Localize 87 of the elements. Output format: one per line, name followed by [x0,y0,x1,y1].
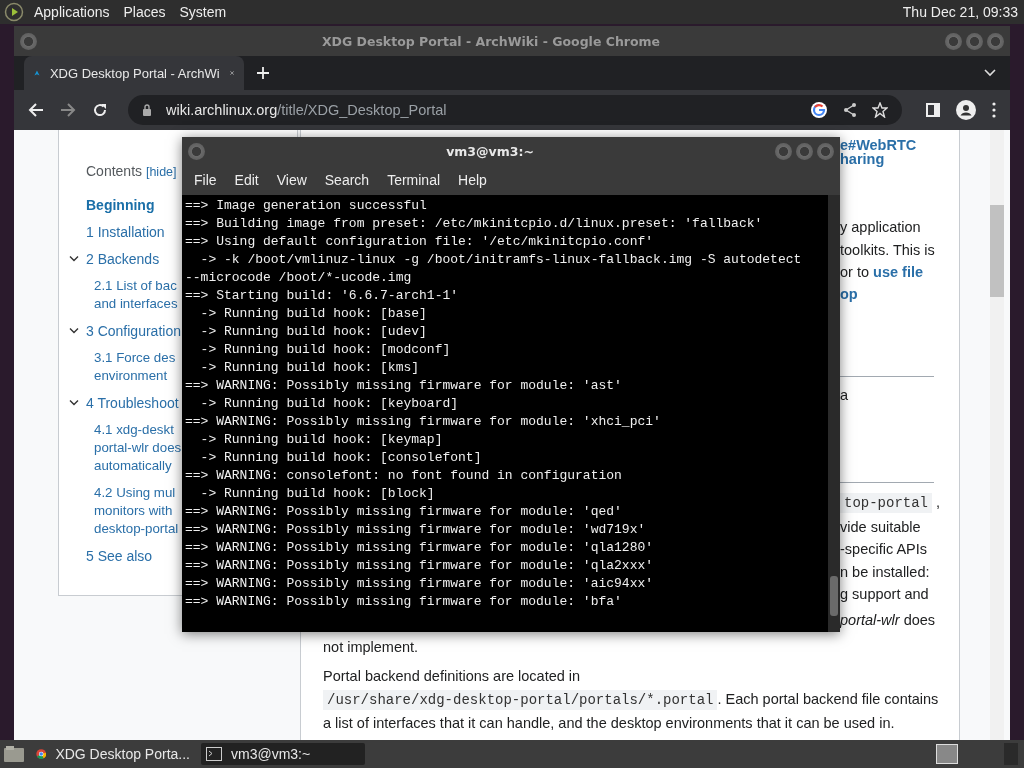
terminal-line: --microcode /boot/*-ucode.img [185,269,413,287]
play-logo-icon[interactable] [4,2,24,22]
terminal-icon [206,747,222,761]
text-fragment: top-portal , [840,494,941,510]
link[interactable]: e#WebRTC [840,137,917,153]
terminal-line: ==> WARNING: Possibly missing firmware for module: 'xhci_pci' [185,413,662,431]
terminal-line: ==> WARNING: Possibly missing firmware for module: 'aic94xx' [185,575,655,593]
paragraph: Portal backend definitions are located in /usr/share/xdg-desktop-portal/portals/*.portal . Each portal backend file contains a list of interfaces that it can handle, and the desktop environments that it can be used in. [323,667,940,733]
panel-menu[interactable]: Places [123,4,166,20]
terminal-line: ==> WARNING: consolefont: no font found in configuration [185,467,623,485]
contents-link[interactable]: 3 Configuration [86,322,181,340]
terminal-line: ==> Image generation successful [185,197,428,215]
contents-link[interactable]: Beginning [86,196,155,214]
star-icon[interactable] [872,102,888,118]
chevron-down-icon[interactable] [69,327,79,335]
taskbar-button[interactable]: vm3@vm3:~ [201,743,365,765]
terminal-line: ==> Building image from preset: /etc/mkinitcpio.d/linux.preset: 'fallback' [185,215,764,233]
contents-link[interactable]: 3.1 Force des environment [94,349,176,385]
text-fragment: y application [840,219,921,235]
terminal-line: -> -k /boot/vmlinuz-linux -g /boot/initramfs-linux-fallback.img -S autodetect [199,251,803,269]
terminal-line: -> Running build hook: [block] [199,485,436,503]
lock-icon [142,104,152,116]
terminal-line: -> Running build hook: [consolefont] [199,449,483,467]
menu-item[interactable]: Help [449,172,496,188]
terminal-line: -> Running build hook: [base] [199,305,428,323]
contents-title: Contents [86,163,143,179]
chevron-down-icon[interactable] [69,399,79,407]
contents-link[interactable]: 2.1 List of bac and interfaces [94,277,178,313]
terminal-line: ==> Starting build: '6.6.7-arch1-1' [185,287,460,305]
window-title: XDG Desktop Portal - ArchWiki - Google Chrome [320,33,662,49]
new-tab-icon[interactable] [256,66,270,80]
browser-tab[interactable]: XDG Desktop Portal - ArchWi [24,56,244,90]
workspace-switcher[interactable] [936,744,958,764]
terminal-line: ==> WARNING: Possibly missing firmware for module: 'qla1280' [185,539,655,557]
link[interactable]: haring [840,151,885,167]
more-icon[interactable] [992,102,996,118]
text-fragment: toolkits. This is [840,242,935,258]
text-fragment: a [840,387,849,403]
share-icon[interactable] [842,102,858,118]
terminal-line: -> Running build hook: [keymap] [199,431,444,449]
terminal-line: ==> WARNING: Possibly missing firmware for module: 'qla2xxx' [185,557,655,575]
google-icon[interactable] [810,101,828,119]
menu-item[interactable]: Terminal [378,172,450,188]
text-fragment: -specific APIs [840,541,928,557]
reload-icon[interactable] [92,102,108,118]
paragraph: not implement. [323,638,420,657]
terminal-line: ==> Using default configuration file: '/etc/mkinitcpio.conf' [185,233,655,251]
back-icon[interactable] [28,102,44,118]
panel-menu[interactable]: System [179,4,227,20]
window-title: vm3@vm3:~ [445,143,535,159]
scrollbar[interactable] [828,195,840,632]
text-fragment: portal-wlr does [840,612,936,628]
hide-link[interactable]: [hide] [145,165,177,179]
terminal-line: ==> WARNING: Possibly missing firmware for module: 'bfa' [185,593,623,611]
terminal-line: ==> WARNING: Possibly missing firmware for module: 'qed' [185,503,623,521]
menu-item[interactable]: Search [315,172,379,188]
text-fragment: g support and [840,586,929,602]
chevron-down-icon[interactable] [69,255,79,263]
terminal-line: -> Running build hook: [modconf] [199,341,452,359]
clock[interactable]: Thu Dec 21, 09:33 [902,4,1018,20]
taskbar-button[interactable]: XDG Desktop Porta... [31,743,195,765]
terminal-line: -> Running build hook: [kms] [199,359,421,377]
contents-link[interactable]: 4.1 xdg-deskt portal-wlr does automatically [94,421,182,475]
terminal-line: -> Running build hook: [keyboard] [199,395,460,413]
text-fragment: n be installed: [840,564,930,580]
contents-link[interactable]: 4.2 Using mul monitors with desktop-portal [94,484,179,538]
side-panel-icon[interactable] [926,103,940,117]
panel-menu[interactable]: Applications [34,4,110,20]
menu-item[interactable]: File [185,172,226,188]
address-bar[interactable]: wiki.archlinux.org/title/XDG_Desktop_Portal [128,95,902,125]
link[interactable]: op [840,286,858,302]
profile-icon[interactable] [956,100,976,120]
menu-item[interactable]: View [267,172,316,188]
contents-link[interactable]: 4 Troubleshoot [86,394,179,412]
contents-link[interactable]: 1 Installation [86,223,165,241]
forward-icon[interactable] [60,102,76,118]
desktop-icon[interactable] [3,745,25,763]
terminal-line: ==> WARNING: Possibly missing firmware for module: 'wd719x' [185,521,647,539]
close-icon[interactable] [229,68,234,78]
contents-link[interactable]: 2 Backends [86,250,160,268]
text-fragment: or to use file [840,264,923,280]
contents-link[interactable]: 5 See also [86,547,153,565]
terminal-line: ==> WARNING: Possibly missing firmware for module: 'ast' [185,377,623,395]
text-fragment: vide suitable [840,519,921,535]
terminal-line: -> Running build hook: [udev] [199,323,428,341]
menu-item[interactable]: Edit [225,172,268,188]
round-logo-icon [36,746,47,762]
